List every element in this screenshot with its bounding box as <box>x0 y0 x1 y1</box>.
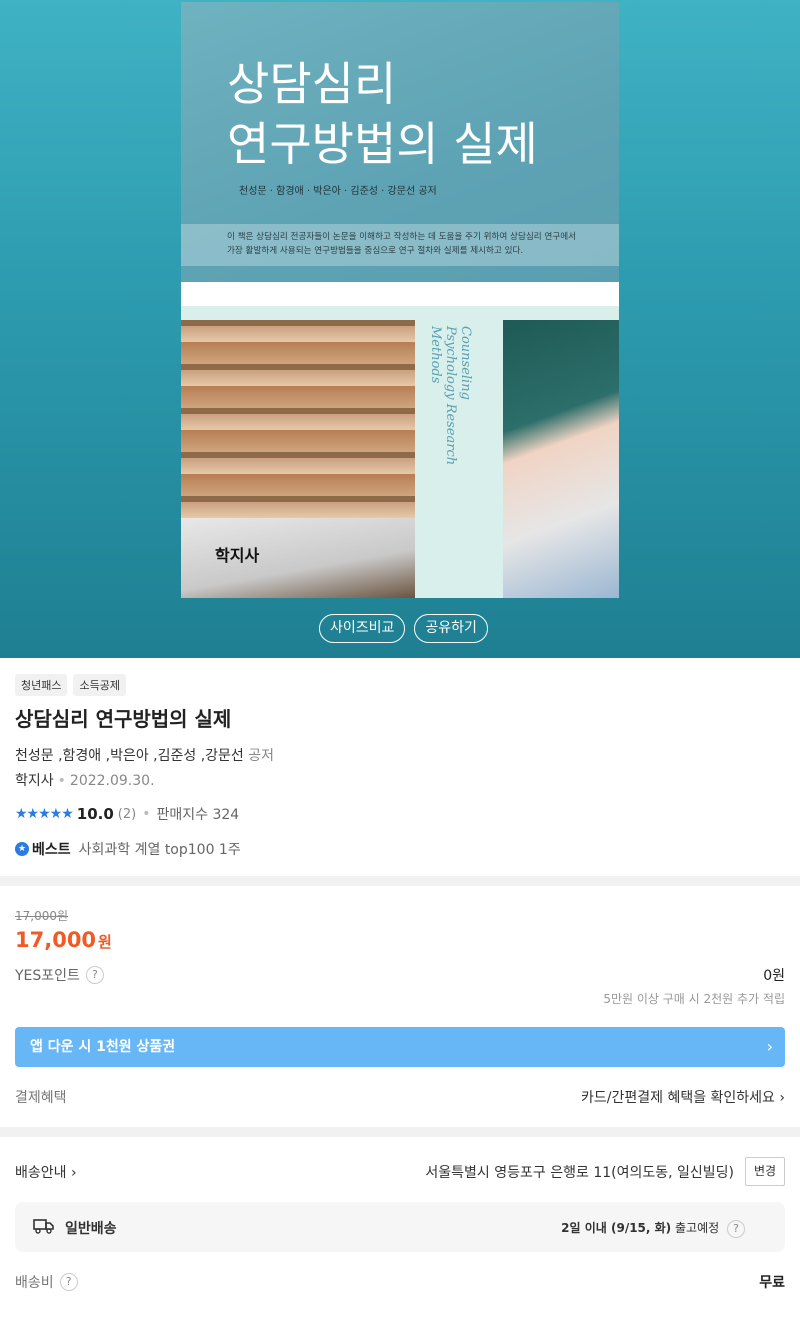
cover-title: 상담심리 연구방법의 실제 <box>227 54 538 174</box>
points-label-text: YES포인트 <box>15 968 80 984</box>
tag-youth-pass: 청년패스 <box>15 674 68 696</box>
section-divider <box>0 1127 800 1137</box>
publisher-line: 학지사 • 2022.09.30. <box>15 773 155 789</box>
chevron-right-icon: › <box>766 1037 773 1056</box>
sales-index: 판매지수 324 <box>156 807 240 823</box>
eta-help-icon[interactable]: ? <box>727 1220 745 1238</box>
publisher-name[interactable]: 학지사 <box>15 773 54 789</box>
shipping-address: 서울특별시 영등포구 은행로 11(여의도동, 일신빌딩) <box>425 1165 734 1181</box>
tag-tax-deduction: 소득공제 <box>73 674 126 696</box>
delivery-eta-date: 2일 이내 (9/15, 화) <box>561 1221 672 1235</box>
chevron-right-icon: › <box>779 1090 785 1106</box>
publisher-logo: 학지사 <box>215 546 260 565</box>
shipping-info-text: 배송안내 <box>15 1165 67 1181</box>
points-value: 0원 <box>763 968 785 984</box>
share-button[interactable]: 공유하기 <box>414 614 488 643</box>
best-label: 베스트 <box>32 842 71 858</box>
book-cover-image[interactable]: 상담심리 연구방법의 실제 천성문 · 함경애 · 박은아 · 김준성 · 강문… <box>181 2 619 598</box>
cover-title-line1: 상담심리 <box>227 57 397 111</box>
section-divider <box>0 876 800 886</box>
sale-price: 17,000 원 <box>15 928 112 952</box>
bestseller-row[interactable]: ★ 베스트 사회과학 계열 top100 1주 <box>15 839 241 859</box>
shipping-fee-label: 배송비 ? <box>15 1272 78 1292</box>
review-count: (2) <box>117 806 137 822</box>
app-coupon-banner[interactable]: 앱 다운 시 1천원 상품권 › <box>15 1027 785 1067</box>
cover-english-title: Counseling Psychology Research Methods <box>428 326 473 466</box>
product-tags: 청년패스 소득공제 <box>15 674 126 696</box>
cover-title-line2: 연구방법의 실제 <box>227 117 538 171</box>
author-line: 천성문 ,함경애 ,박은아 ,김준성 ,강문선 공저 <box>15 745 274 765</box>
bookshelf-photo: 학지사 <box>181 320 415 598</box>
rating-stars-icon: ★★★★★ <box>15 806 74 822</box>
best-rank-desc: 사회과학 계열 top100 1주 <box>78 842 241 858</box>
rating-score: 10.0 <box>76 805 114 823</box>
shipping-info-link[interactable]: 배송안내 › <box>15 1162 77 1182</box>
sale-price-currency: 원 <box>98 933 112 951</box>
cover-blurb: 이 책은 상담심리 전공자들이 논문을 이해하고 작성하는 데 도움을 주기 위… <box>181 224 619 266</box>
product-hero: 상담심리 연구방법의 실제 천성문 · 함경애 · 박은아 · 김준성 · 강문… <box>0 0 800 658</box>
points-note: 5만원 이상 구매 시 2천원 추가 적립 <box>603 992 785 1006</box>
cover-blurb-line2: 가장 활발하게 사용되는 연구방법들을 중심으로 연구 절차와 실제를 제시하고… <box>227 246 524 256</box>
fee-help-icon[interactable]: ? <box>59 1273 78 1291</box>
original-price: 17,000원 <box>15 909 69 923</box>
app-coupon-text: 앱 다운 시 1천원 상품권 <box>30 1039 176 1055</box>
publish-date: 2022.09.30. <box>69 773 155 789</box>
rating-row[interactable]: ★★★★★ 10.0 (2) • 판매지수 324 <box>15 804 239 824</box>
size-compare-button[interactable]: 사이즈비교 <box>319 614 406 643</box>
shipping-type: 일반배송 <box>65 1221 117 1237</box>
cover-bottom-panel: 학지사 Counseling Psychology Research Metho… <box>181 306 619 598</box>
points-label: YES포인트 ? <box>15 965 104 985</box>
shipping-fee-text: 배송비 <box>15 1275 54 1291</box>
product-title: 상담심리 연구방법의 실제 <box>15 707 232 731</box>
payment-benefit-link[interactable]: 카드/간편결제 혜택을 확인하세요 › <box>581 1087 785 1107</box>
hero-actions: 사이즈비교 공유하기 <box>319 614 488 643</box>
sale-price-value: 17,000 <box>15 928 97 952</box>
points-help-icon[interactable]: ? <box>85 966 104 984</box>
delivery-eta: 2일 이내 (9/15, 화) 출고예정 ? <box>561 1219 745 1238</box>
change-address-button[interactable]: 변경 <box>745 1157 785 1186</box>
best-badge-icon: ★ <box>15 842 29 856</box>
cover-authors: 천성문 · 함경애 · 박은아 · 김준성 · 강문선 공저 <box>239 186 437 197</box>
writing-hands-photo <box>503 320 619 598</box>
author-names[interactable]: 천성문 ,함경애 ,박은아 ,김준성 ,강문선 <box>15 748 244 764</box>
delivery-eta-suffix: 출고예정 <box>675 1221 720 1235</box>
payment-benefit-text: 카드/간편결제 혜택을 확인하세요 <box>581 1090 775 1106</box>
payment-benefit-label: 결제혜택 <box>15 1090 67 1106</box>
cover-top-panel: 상담심리 연구방법의 실제 천성문 · 함경애 · 박은아 · 김준성 · 강문… <box>181 2 619 282</box>
shipping-fee-value: 무료 <box>759 1275 785 1291</box>
chevron-right-icon: › <box>70 1165 77 1181</box>
shipping-method-box: 일반배송 2일 이내 (9/15, 화) 출고예정 ? <box>15 1202 785 1252</box>
truck-icon <box>33 1219 54 1234</box>
cover-blurb-line1: 이 책은 상담심리 전공자들이 논문을 이해하고 작성하는 데 도움을 주기 위… <box>227 232 577 242</box>
author-role: 공저 <box>248 748 275 764</box>
